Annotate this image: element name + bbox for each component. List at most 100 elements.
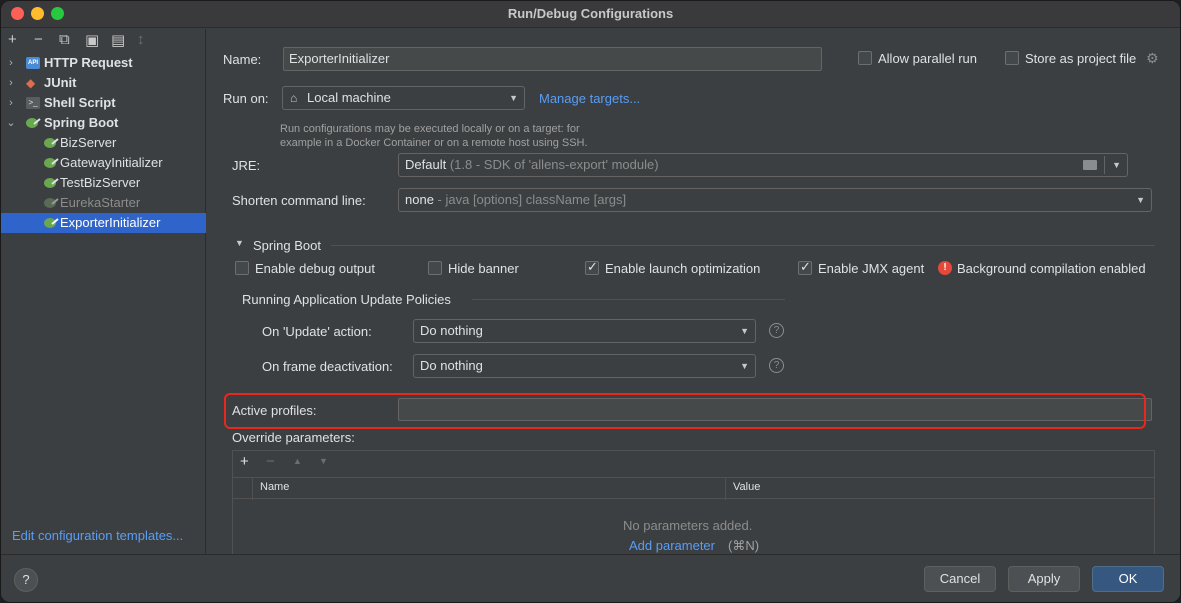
tree-item-label: GatewayInitializer <box>60 155 163 170</box>
chevron-down-icon[interactable]: ⌄ <box>5 113 17 133</box>
add-parameter-link[interactable]: Add parameter <box>629 538 715 553</box>
chevron-down-icon[interactable]: ▼ <box>235 238 244 248</box>
sort-icon[interactable]: ↕ <box>137 31 145 48</box>
on-frame-deactivation-label: On frame deactivation: <box>262 359 393 374</box>
hide-banner-checkbox[interactable] <box>428 261 442 275</box>
remove-parameter-icon[interactable]: − <box>266 453 275 470</box>
update-policies-title: Running Application Update Policies <box>242 292 451 307</box>
background-compilation-label: Background compilation enabled <box>957 261 1146 276</box>
chevron-down-icon[interactable]: ▼ <box>1112 154 1121 176</box>
section-divider <box>472 299 785 300</box>
dialog-button-bar: ? Cancel Apply OK <box>1 554 1180 602</box>
run-on-value: Local machine <box>307 90 391 105</box>
tree-item-shell-script[interactable]: › >_ Shell Script <box>1 93 206 113</box>
tree-item-label: ExporterInitializer <box>60 215 161 230</box>
tree-item-label: HTTP Request <box>44 55 133 70</box>
table-header: Name Value <box>233 477 1154 499</box>
jre-label: JRE: <box>232 158 261 173</box>
name-label: Name: <box>223 52 262 67</box>
add-configuration-icon[interactable]: + <box>8 31 17 48</box>
enable-launch-optimization-checkbox[interactable] <box>585 259 599 275</box>
error-icon: ! <box>938 261 952 275</box>
ok-button[interactable]: OK <box>1092 566 1164 592</box>
spring-boot-icon <box>43 217 59 229</box>
tree-item-label: TestBizServer <box>60 175 141 190</box>
edit-configuration-templates-link[interactable]: Edit configuration templates... <box>12 528 183 543</box>
chevron-down-icon: ▼ <box>740 326 749 336</box>
move-up-icon[interactable]: ▲ <box>293 456 302 466</box>
spring-boot-section-title: Spring Boot <box>253 238 321 253</box>
on-frame-deactivation-value: Do nothing <box>420 358 483 373</box>
enable-jmx-agent-checkbox[interactable] <box>798 259 812 275</box>
on-update-action-label: On 'Update' action: <box>262 324 372 339</box>
highlight-annotation <box>224 393 1146 429</box>
spring-boot-icon <box>43 197 59 209</box>
jre-select[interactable]: Default (1.8 - SDK of 'allens-export' mo… <box>398 153 1128 177</box>
on-update-action-select[interactable]: Do nothing ▼ <box>413 319 756 343</box>
move-down-icon[interactable]: ▼ <box>319 456 328 466</box>
apply-button[interactable]: Apply <box>1008 566 1080 592</box>
add-parameter-shortcut: (⌘N) <box>728 538 760 553</box>
tree-item-junit[interactable]: › ◆ JUnit <box>1 73 206 93</box>
tree-item-label: EurekaStarter <box>60 195 141 210</box>
tree-item-spring-boot[interactable]: ⌄ Spring Boot <box>1 113 206 133</box>
tree-item-testbizserver[interactable]: TestBizServer <box>1 173 206 193</box>
tree-item-exporterinitializer[interactable]: ExporterInitializer <box>1 213 206 233</box>
shorten-command-line-select[interactable]: none - java [options] className [args] ▼ <box>398 188 1152 212</box>
chevron-down-icon: ▼ <box>509 93 518 103</box>
terminal-icon: >_ <box>26 97 40 109</box>
column-divider <box>252 478 253 500</box>
help-icon[interactable]: ? <box>769 323 784 338</box>
run-debug-configurations-window: Run/Debug Configurations + − ⧉ ▣ ▤ ↕ › A… <box>0 0 1181 603</box>
help-button[interactable]: ? <box>14 568 38 592</box>
move-to-folder-icon[interactable]: ▤ <box>111 31 125 49</box>
combo-divider <box>1104 156 1105 174</box>
tree-item-gatewayinitializer[interactable]: GatewayInitializer <box>1 153 206 173</box>
column-divider <box>725 478 726 500</box>
configuration-tree-pane: + − ⧉ ▣ ▤ ↕ › API HTTP Request › ◆ JUnit… <box>1 29 206 554</box>
run-on-label: Run on: <box>223 91 269 106</box>
tree-toolbar: + − ⧉ ▣ ▤ ↕ <box>1 29 206 51</box>
run-on-select[interactable]: ⌂ Local machine ▼ <box>282 86 525 110</box>
section-divider <box>331 245 1155 246</box>
tree-item-bizserver[interactable]: BizServer <box>1 133 206 153</box>
allow-parallel-run-label: Allow parallel run <box>878 51 977 66</box>
shorten-command-line-detail: - java [options] className [args] <box>437 192 627 207</box>
remove-configuration-icon[interactable]: − <box>34 31 43 48</box>
chevron-right-icon[interactable]: › <box>5 53 17 73</box>
store-as-project-file-checkbox[interactable] <box>1005 51 1019 65</box>
override-parameters-label: Override parameters: <box>232 430 355 445</box>
manage-targets-link[interactable]: Manage targets... <box>539 91 640 106</box>
jre-detail: (1.8 - SDK of 'allens-export' module) <box>449 157 659 172</box>
hide-banner-label: Hide banner <box>448 261 519 276</box>
chevron-right-icon[interactable]: › <box>5 93 17 113</box>
enable-debug-output-checkbox[interactable] <box>235 261 249 275</box>
override-parameters-table: + − ▲ ▼ Name Value No parameters added. … <box>232 450 1155 560</box>
spring-boot-icon <box>43 177 59 189</box>
save-configuration-icon[interactable]: ▣ <box>85 31 99 49</box>
tree-item-label: JUnit <box>44 75 77 90</box>
configuration-form: Name: ExporterInitializer Allow parallel… <box>207 29 1180 560</box>
add-parameter-icon[interactable]: + <box>240 453 249 470</box>
on-frame-deactivation-select[interactable]: Do nothing ▼ <box>413 354 756 378</box>
column-header-value[interactable]: Value <box>733 481 760 493</box>
home-icon: ⌂ <box>290 91 298 105</box>
tree-item-label: Spring Boot <box>44 115 119 130</box>
copy-configuration-icon[interactable]: ⧉ <box>59 31 70 48</box>
chevron-right-icon[interactable]: › <box>5 73 17 93</box>
enable-launch-optimization-label: Enable launch optimization <box>605 261 761 276</box>
cancel-button[interactable]: Cancel <box>924 566 996 592</box>
enable-debug-output-label: Enable debug output <box>255 261 375 276</box>
tree-item-http-request[interactable]: › API HTTP Request <box>1 53 206 73</box>
spring-boot-icon <box>43 137 59 149</box>
folder-icon[interactable] <box>1083 160 1097 170</box>
spring-boot-icon <box>25 117 41 129</box>
allow-parallel-run-checkbox[interactable] <box>858 51 872 65</box>
jre-value: Default <box>405 157 447 172</box>
tree-item-eurekastarter[interactable]: EurekaStarter <box>1 193 206 213</box>
column-header-name[interactable]: Name <box>260 481 289 493</box>
help-icon[interactable]: ? <box>769 358 784 373</box>
gear-icon[interactable]: ⚙ <box>1146 50 1159 67</box>
enable-jmx-agent-label: Enable JMX agent <box>818 261 925 276</box>
name-input[interactable]: ExporterInitializer <box>283 47 822 71</box>
